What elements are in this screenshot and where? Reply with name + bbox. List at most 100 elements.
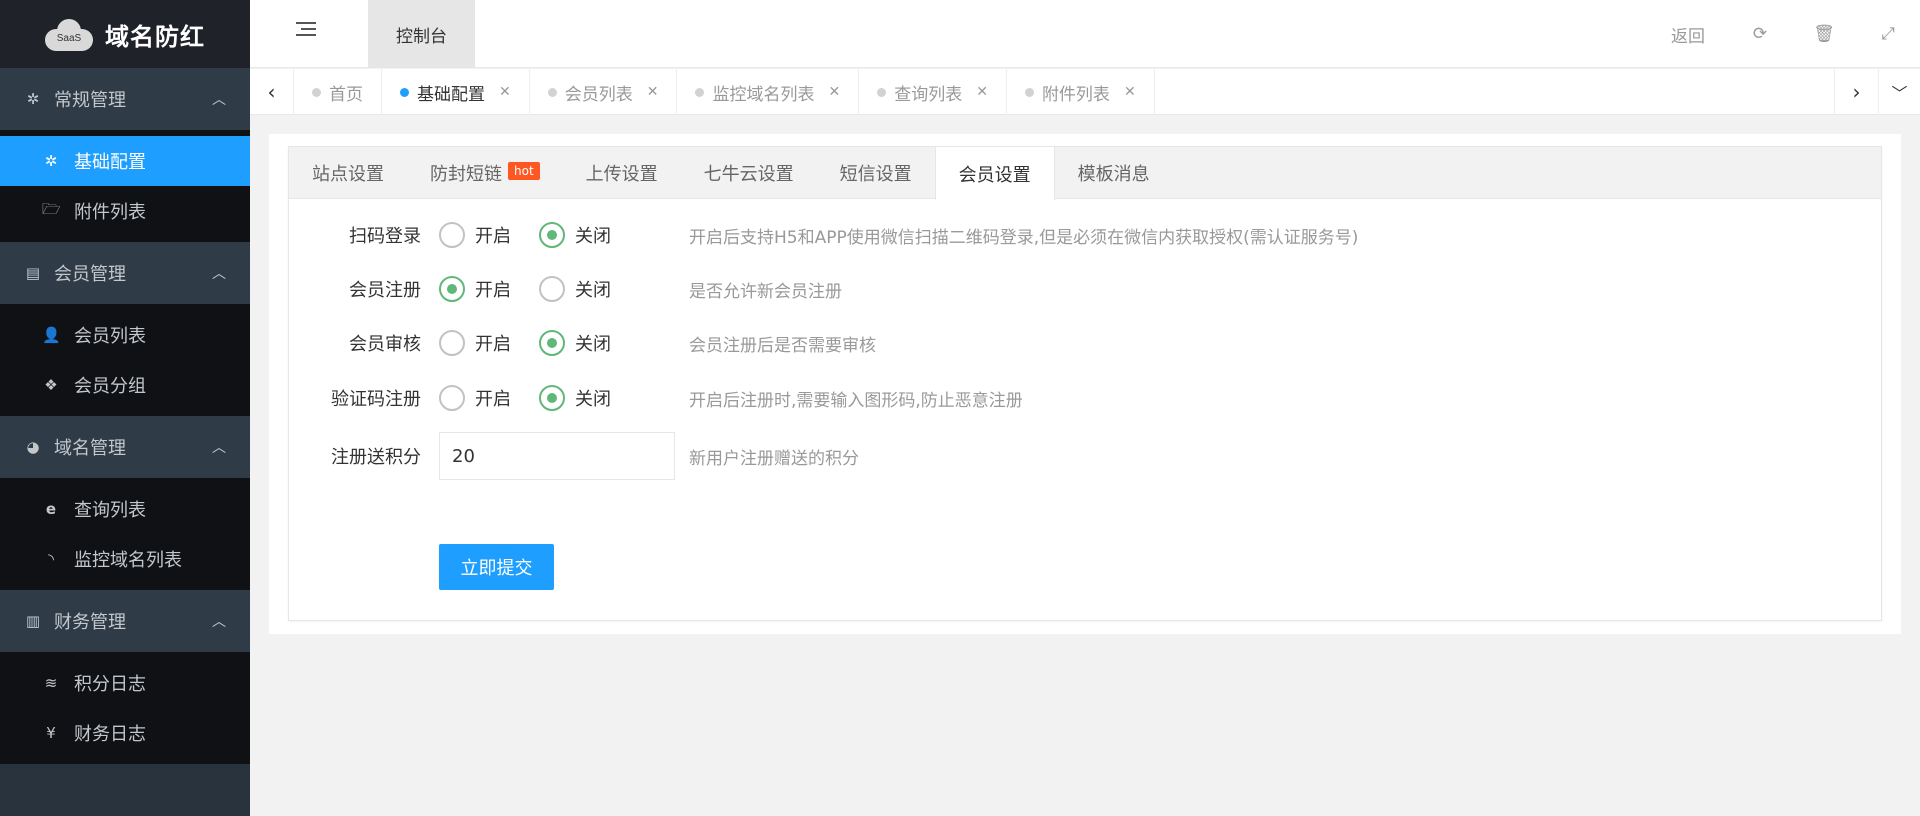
sidebar-item-attachments[interactable]: 🗁 附件列表: [0, 186, 250, 236]
field-label: 注册送积分: [331, 447, 421, 468]
radio-circle: [439, 330, 465, 356]
page-tab-label: 基础配置: [417, 84, 485, 105]
page-tab-query-list[interactable]: 查询列表 ✕: [859, 69, 1007, 115]
radio-on[interactable]: 开启: [439, 330, 521, 356]
nav-group-domains[interactable]: ◕ 域名管理 ︿: [0, 416, 250, 478]
logo-badge: SaaS: [56, 33, 82, 44]
nav-group-label: 财务管理: [54, 612, 126, 633]
chevron-down-icon[interactable]: ﹀: [1878, 69, 1920, 115]
chevron-up-icon: ︿: [212, 266, 226, 282]
radio-circle: [539, 385, 565, 411]
radio-label: 开启: [475, 334, 511, 355]
field-label: 会员审核: [349, 334, 421, 355]
nav-group-finance[interactable]: ▥ 财务管理 ︿: [0, 590, 250, 652]
cloud-logo-icon: SaaS: [45, 17, 93, 51]
radio-off[interactable]: 关闭: [539, 385, 621, 411]
chevron-left-icon[interactable]: ‹: [250, 69, 294, 115]
page-tab-monitor-domains[interactable]: 监控域名列表 ✕: [677, 69, 860, 115]
radio-label: 开启: [475, 226, 511, 247]
sidebar-item-label: 会员分组: [74, 376, 146, 397]
radio-on[interactable]: 开启: [439, 222, 521, 248]
tab-member-settings[interactable]: 会员设置: [934, 147, 1055, 200]
page-tab-attachments[interactable]: 附件列表 ✕: [1007, 69, 1155, 115]
tab-site-settings[interactable]: 站点设置: [289, 147, 407, 199]
hot-badge: hot: [508, 162, 540, 180]
sidebar-item-member-list[interactable]: 👤 会员列表: [0, 310, 250, 360]
refresh-icon[interactable]: ⟳: [1728, 24, 1792, 44]
nav-group-members[interactable]: ▤ 会员管理 ︿: [0, 242, 250, 304]
close-icon[interactable]: ✕: [976, 84, 988, 100]
sidebar-item-member-groups[interactable]: ❖ 会员分组: [0, 360, 250, 410]
submit-button[interactable]: 立即提交: [439, 544, 554, 590]
radio-off[interactable]: 关闭: [539, 222, 621, 248]
tab-dot: [400, 87, 409, 97]
close-icon[interactable]: ✕: [647, 84, 659, 100]
chevron-up-icon: ︿: [212, 92, 226, 108]
page-tabs-bar: ‹ 首页 基础配置 ✕ 会员列表 ✕ 监控域名列表 ✕ 查询列表 ✕ 附件列表: [250, 69, 1920, 115]
form-row-captcha-register: 验证码注册 开启 关闭 开启后注册时,需要输入图形码,防止恶意注册: [289, 378, 1879, 418]
chevron-up-icon: ︿: [212, 440, 226, 456]
radio-off[interactable]: 关闭: [539, 330, 621, 356]
trash-icon[interactable]: 🗑: [1792, 24, 1856, 44]
sidebar-item-basic-config[interactable]: ✲ 基础配置: [0, 136, 250, 186]
close-icon[interactable]: ✕: [1124, 84, 1136, 100]
radio-on[interactable]: 开启: [439, 276, 521, 302]
page-tab-label: 附件列表: [1041, 84, 1110, 105]
tab-template-messages[interactable]: 模板消息: [1055, 147, 1173, 199]
fullscreen-icon[interactable]: ⤢: [1856, 24, 1920, 44]
radio-label: 关闭: [575, 280, 611, 301]
sidebar-item-query-list[interactable]: e 查询列表: [0, 484, 250, 534]
tab-upload-settings[interactable]: 上传设置: [563, 147, 681, 199]
radio-circle: [539, 276, 565, 302]
settings-panel: 站点设置 防封短链 hot 上传设置 七牛云设置 短信设置 会员设置 模板消息 …: [288, 146, 1882, 621]
page-tab-label: 查询列表: [894, 84, 963, 105]
radio-circle: [439, 222, 465, 248]
back-button[interactable]: 返回: [1648, 22, 1728, 47]
page-tab-basic-config[interactable]: 基础配置 ✕: [382, 69, 530, 115]
sidebar-item-label: 查询列表: [74, 500, 146, 521]
top-header: 控制台 返回 ⟳ 🗑 ⤢: [250, 0, 1920, 68]
register-points-input[interactable]: [439, 432, 675, 480]
form-row-register-points: 注册送积分 新用户注册赠送的积分: [289, 431, 1879, 481]
radio-on[interactable]: 开启: [439, 385, 521, 411]
nav-group-regular[interactable]: ✲ 常规管理 ︿: [0, 68, 250, 130]
tab-dot: [695, 87, 705, 97]
radio-off[interactable]: 关闭: [539, 276, 621, 302]
page-tab-member-list[interactable]: 会员列表 ✕: [530, 69, 678, 115]
chevron-right-icon[interactable]: ›: [1834, 69, 1878, 115]
sidebar-item-label: 会员列表: [74, 326, 146, 347]
folder-open-icon: 🗁: [42, 199, 61, 218]
sidebar-item-finance-log[interactable]: ¥ 财务日志: [0, 708, 250, 758]
nav-group-label: 会员管理: [54, 264, 126, 285]
sidebar-item-label: 积分日志: [74, 674, 146, 695]
radio-circle: [439, 385, 465, 411]
radio-label: 开启: [475, 389, 511, 410]
field-help: 会员注册后是否需要审核: [689, 335, 876, 356]
sidebar-item-label: 基础配置: [74, 152, 146, 173]
page-tab-label: 监控域名列表: [712, 84, 815, 105]
gear-icon: ✲: [44, 152, 58, 170]
sidebar-item-points-log[interactable]: ≋ 积分日志: [0, 658, 250, 708]
tab-short-link[interactable]: 防封短链 hot: [407, 147, 563, 199]
field-label: 会员注册: [349, 280, 421, 301]
page-tab-home[interactable]: 首页: [294, 69, 382, 115]
close-icon[interactable]: ✕: [828, 84, 840, 100]
menu-toggle-icon[interactable]: [296, 22, 316, 42]
field-label: 验证码注册: [331, 389, 421, 410]
radio-circle: [439, 276, 465, 302]
tab-dashboard[interactable]: 控制台: [368, 0, 475, 68]
id-card-icon: ▤: [25, 264, 41, 282]
sidebar-item-monitor-domains[interactable]: ◝ 监控域名列表: [0, 534, 250, 584]
file-text-icon: ▥: [25, 612, 41, 630]
nav-group-label: 域名管理: [54, 438, 126, 459]
radio-label: 关闭: [575, 226, 611, 247]
tab-dot: [877, 87, 887, 97]
close-icon[interactable]: ✕: [499, 84, 511, 100]
radio-label: 开启: [475, 280, 511, 301]
page-tab-label: 首页: [329, 84, 363, 105]
tab-sms-settings[interactable]: 短信设置: [817, 147, 935, 199]
tab-qiniu-settings[interactable]: 七牛云设置: [681, 147, 817, 199]
rss-icon: ◝: [48, 550, 54, 568]
yen-icon: ¥: [46, 724, 56, 742]
tab-label: 防封短链: [430, 164, 502, 185]
